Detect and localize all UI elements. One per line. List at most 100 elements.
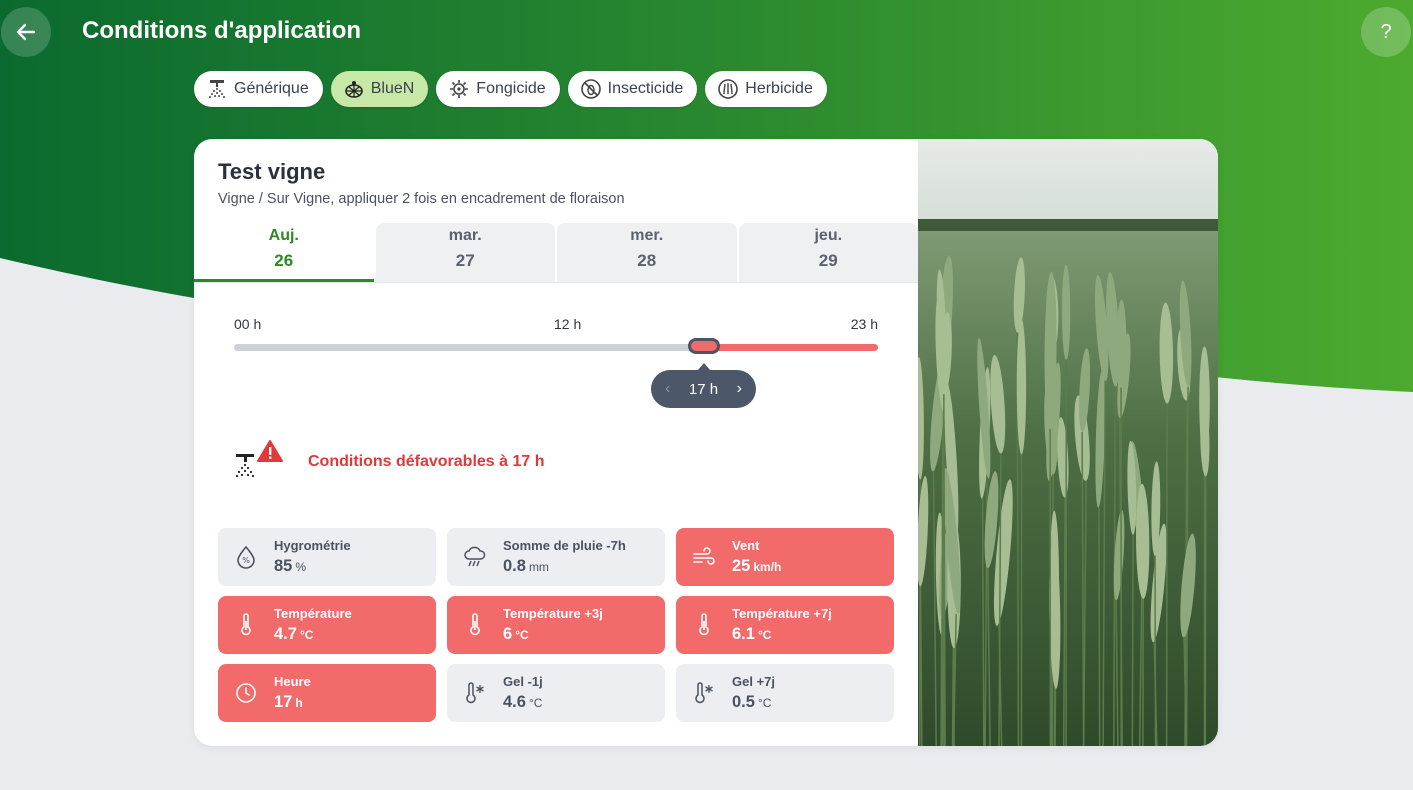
metric-hygrometrie: % Hygrométrie 85% — [218, 528, 436, 586]
humidity-icon: % — [237, 545, 255, 569]
thermometer-icon — [699, 613, 709, 636]
chip-label: BlueN — [370, 80, 415, 97]
frost-thermometer-icon — [466, 682, 484, 704]
clock-icon — [236, 683, 256, 703]
metric-unit: °C — [299, 628, 314, 642]
metrics-grid: % Hygrométrie 85% Somme de pluie -7h 0.8… — [218, 528, 894, 722]
metric-value: 4.6 — [503, 693, 526, 711]
bluen-icon — [344, 81, 363, 98]
chip-fongicide[interactable]: Fongicide — [436, 71, 560, 107]
card-title: Test vigne — [218, 159, 326, 184]
timeline-unfavorable-segment — [704, 344, 878, 351]
metric-unit: °C — [757, 628, 772, 642]
day-number: 26 — [274, 251, 294, 270]
help-button[interactable]: ? — [1361, 7, 1411, 57]
conditions-alert: Conditions défavorables à 17 h — [234, 439, 545, 485]
chip-bluen[interactable]: BlueN — [330, 71, 429, 107]
metric-label: Somme de pluie -7h — [503, 538, 626, 553]
metric-label: Heure — [274, 674, 311, 689]
selected-hour: 17 h — [688, 380, 719, 398]
metric-unit: °C — [757, 696, 772, 710]
metric-label: Vent — [732, 538, 760, 553]
chip-generique[interactable]: Générique — [194, 71, 323, 107]
day-number: 29 — [818, 251, 838, 270]
rain-cloud-icon — [464, 546, 486, 567]
metric-value-row: 0.5 °C — [732, 693, 771, 712]
timeline-mid-label: 12 h — [554, 316, 582, 332]
metric-unit: °C — [515, 628, 529, 642]
tab-day-thursday[interactable]: jeu. 29 — [738, 223, 918, 282]
metric-temperature: Température 4.7 °C — [218, 596, 436, 654]
wheat-field-photo — [918, 139, 1218, 746]
day-number: 27 — [455, 251, 475, 270]
timeline-start-label: 00 h — [234, 316, 262, 332]
metric-value: 6.1 — [732, 625, 755, 643]
wind-icon — [693, 547, 715, 565]
chip-label: Insecticide — [607, 80, 684, 97]
tab-day-today[interactable]: Auj. 26 — [194, 223, 374, 282]
metric-value-row: 6.1 °C — [732, 625, 771, 644]
metric-value-row: 4.7 °C — [274, 625, 313, 644]
arrow-left-icon — [16, 23, 36, 41]
day-name: mer. — [630, 227, 664, 244]
card-subtitle: Vigne / Sur Vigne, appliquer 2 fois en e… — [218, 191, 625, 207]
metric-label: Température +7j — [732, 606, 832, 621]
metric-label: Température +3j — [503, 606, 603, 621]
svg-text:%: % — [242, 556, 250, 565]
metric-gel-7j: Gel +7j 0.5 °C — [676, 664, 894, 722]
sprayer-warning-icon — [235, 440, 283, 478]
metric-value: 4.7 — [274, 625, 297, 643]
product-type-chips: Générique BlueN Fongicide Insecticide He… — [194, 71, 827, 107]
metric-unit: °C — [528, 696, 543, 710]
timeline-end-label: 23 h — [850, 316, 878, 332]
thermometer-icon — [241, 613, 251, 636]
chip-herbicide[interactable]: Herbicide — [705, 71, 827, 107]
metric-value: 17 — [274, 693, 293, 711]
sprayer-icon — [209, 80, 225, 98]
insecticide-icon — [580, 79, 601, 99]
day-number: 28 — [637, 251, 657, 270]
metric-unit: mm — [528, 560, 549, 574]
metric-vent: Vent 25 km/h — [676, 528, 894, 586]
chevron-right-icon[interactable]: › — [737, 380, 742, 398]
metric-value: 0.8 — [503, 557, 526, 575]
metric-value: 6 — [503, 625, 513, 643]
fungicide-icon — [450, 80, 469, 98]
chip-label: Fongicide — [476, 80, 546, 97]
metric-label: Température — [274, 606, 352, 621]
metric-value-row: 6 °C — [503, 625, 529, 644]
metric-value: 25 — [732, 557, 751, 575]
back-button[interactable] — [1, 7, 51, 57]
metric-temperature-3j: Température +3j 6 °C — [447, 596, 665, 654]
metric-unit: % — [295, 560, 307, 574]
metric-temperature-7j: Température +7j 6.1 °C — [676, 596, 894, 654]
metric-unit: h — [295, 696, 303, 710]
metric-label: Gel +7j — [732, 674, 775, 689]
metric-value-row: 17 h — [274, 693, 303, 712]
metric-value: 0.5 — [732, 693, 755, 711]
metric-gel-1j: Gel -1j 4.6 °C — [447, 664, 665, 722]
thermometer-icon — [470, 613, 480, 636]
metric-value: 85 — [274, 557, 293, 575]
chevron-left-icon[interactable]: ‹ — [665, 380, 670, 398]
metric-label: Gel -1j — [503, 674, 543, 689]
tab-day-wednesday[interactable]: mer. 28 — [557, 223, 737, 282]
conditions-card: Test vigne Vigne / Sur Vigne, appliquer … — [194, 139, 1218, 746]
metric-value-row: 0.8 mm — [503, 557, 549, 576]
herbicide-icon — [718, 79, 739, 99]
day-name: Auj. — [268, 227, 299, 244]
timeline-slider-handle[interactable] — [688, 338, 720, 354]
alert-text: Conditions défavorables à 17 h — [308, 453, 545, 470]
metric-value-row: 4.6 °C — [503, 693, 542, 712]
page-title: Conditions d'application — [82, 17, 362, 44]
wheat-field-image — [918, 139, 1218, 746]
top-bar: Conditions d'application ? — [0, 0, 1413, 64]
tab-day-tuesday[interactable]: mar. 27 — [375, 223, 555, 282]
metric-label: Hygrométrie — [274, 538, 351, 553]
day-tabs: Auj. 26 mar. 27 mer. 28 jeu. 29 — [194, 223, 918, 283]
metric-unit: km/h — [753, 560, 782, 574]
metric-value-row: 85% — [274, 557, 306, 576]
metric-heure: Heure 17 h — [218, 664, 436, 722]
chip-insecticide[interactable]: Insecticide — [567, 71, 698, 107]
day-name: jeu. — [814, 227, 843, 244]
